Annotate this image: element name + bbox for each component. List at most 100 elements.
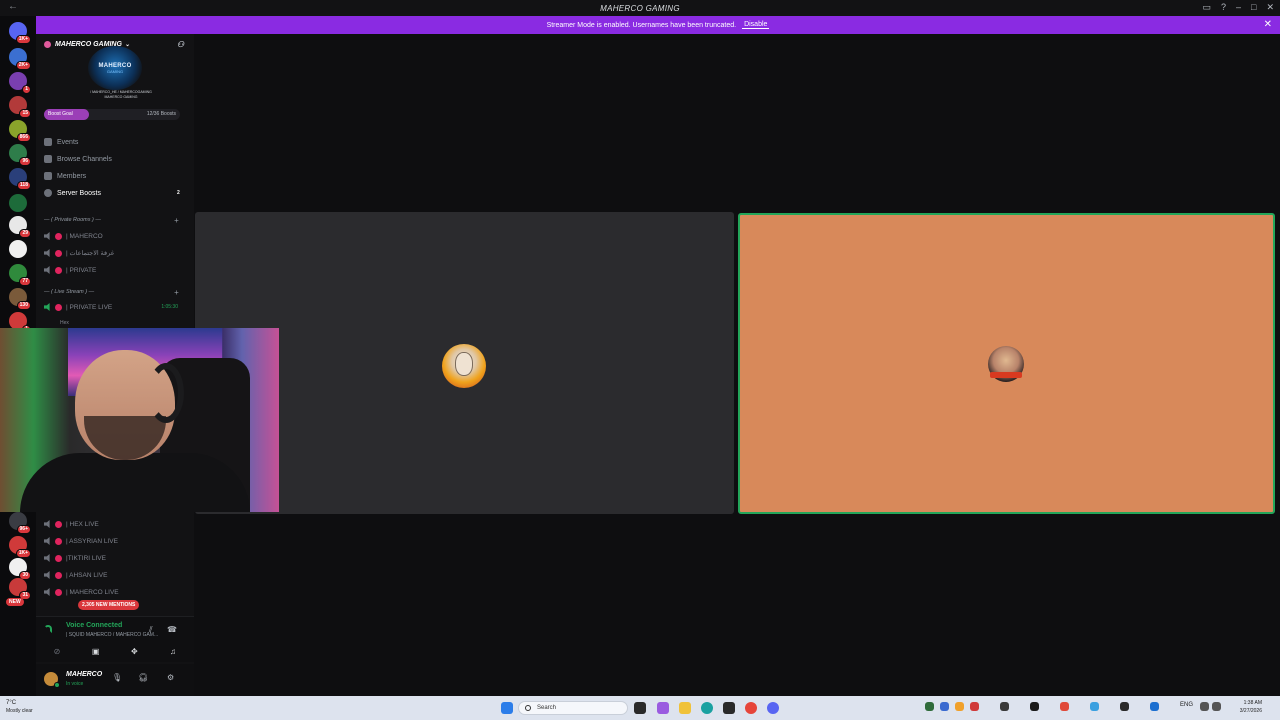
new-mentions-pill[interactable]: 2,305 NEW MENTIONS <box>78 600 140 610</box>
app-icon[interactable] <box>723 702 735 714</box>
server-icon[interactable]: 2K+ <box>9 48 31 70</box>
voice-channel[interactable]: | HEX LIVE <box>44 517 184 531</box>
close-banner-icon[interactable]: ✕ <box>1264 19 1272 30</box>
voice-channel[interactable]: | غرفة الاجتماعات <box>44 246 184 260</box>
maximize-icon[interactable]: □ <box>1251 2 1256 13</box>
voice-channel[interactable]: |TIKTIRI LIVE <box>44 551 184 565</box>
new-servers-badge[interactable]: NEW <box>6 598 24 606</box>
username[interactable]: MAHERCO <box>66 671 102 678</box>
window-controls: ▭ ? – □ ✕ <box>1202 2 1274 13</box>
nav-browse-channels[interactable]: Browse Channels <box>44 152 112 166</box>
disconnect-icon[interactable]: ☎ <box>167 625 177 634</box>
server-icon[interactable]: 30 <box>9 558 31 580</box>
voice-channel[interactable]: | MAHERCO <box>44 229 184 243</box>
input-language[interactable]: ENG <box>1180 702 1193 708</box>
browse-icon <box>44 155 52 163</box>
file-explorer-icon[interactable] <box>679 702 691 714</box>
tray-icon[interactable] <box>1120 702 1129 711</box>
voice-channel[interactable]: | ASSYRIAN LIVE <box>44 534 184 548</box>
disable-streamer-mode-button[interactable]: Disable <box>742 21 770 29</box>
server-icon[interactable]: 77 <box>9 264 31 286</box>
task-view-icon[interactable] <box>634 702 646 714</box>
taskbar-clock[interactable]: 1:38 AM 3/27/2026 <box>1226 699 1262 715</box>
activities-icon[interactable]: ✥ <box>121 644 147 658</box>
server-icon[interactable]: 130 <box>9 288 31 310</box>
streamer-mode-banner: Streamer Mode is enabled. Usernames have… <box>36 16 1280 34</box>
server-icon[interactable] <box>9 240 27 258</box>
tray-icon[interactable] <box>1090 702 1099 711</box>
copilot-icon[interactable] <box>657 702 669 714</box>
settings-gear-icon[interactable]: ⚙ <box>167 673 174 682</box>
category-live-stream[interactable]: — ( Live Stream ) — + <box>44 288 179 299</box>
taskbar-search[interactable]: Search <box>518 701 628 715</box>
nav-events[interactable]: Events <box>44 135 78 149</box>
help-icon[interactable]: ? <box>1221 2 1226 13</box>
server-icon[interactable]: 1K+ <box>9 536 31 558</box>
tray-icon[interactable] <box>1150 702 1159 711</box>
channel-timer: 1:05:30 <box>161 304 178 310</box>
voice-channel-active[interactable]: | PRIVATE LIVE 1:05:30 <box>44 300 184 314</box>
chrome-icon[interactable] <box>745 702 757 714</box>
server-icon[interactable]: 15 <box>9 96 31 118</box>
voice-actions: ⊘ ▣ ✥ ♫ <box>44 644 186 658</box>
noise-suppression-icon[interactable]: ⫽ <box>149 625 153 635</box>
voice-channel-path[interactable]: | SQUID MAHERCO / MAHERCO GAM... <box>66 632 176 638</box>
add-channel-icon[interactable]: + <box>174 216 179 225</box>
add-channel-icon[interactable]: + <box>174 288 179 297</box>
speaker-icon <box>44 266 50 274</box>
boost-goal-bar[interactable]: Boost Goal 12/36 Boosts <box>44 109 180 120</box>
server-icon[interactable]: 29 <box>9 216 31 238</box>
tray-icon[interactable] <box>940 702 949 711</box>
category-private-rooms[interactable]: — ( Private Rooms ) — + <box>44 216 179 227</box>
tray-icon[interactable] <box>970 702 979 711</box>
voice-channel[interactable]: | AHSAN LIVE <box>44 568 184 582</box>
voice-status[interactable]: Voice Connected <box>66 622 122 629</box>
close-window-icon[interactable]: ✕ <box>1266 2 1274 13</box>
headphones-icon[interactable]: 🎧︎ <box>138 673 148 682</box>
speaker-icon <box>44 537 50 545</box>
server-icon[interactable]: 96 <box>9 144 31 166</box>
camera-off-icon[interactable]: ⊘ <box>44 644 70 658</box>
server-icon[interactable]: 1 <box>9 72 31 94</box>
server-icon[interactable]: 96+ <box>9 512 31 534</box>
tray-icon[interactable] <box>1030 702 1039 711</box>
voice-member[interactable]: Hex <box>60 320 69 326</box>
home-server-icon[interactable]: 1K+ <box>9 22 31 44</box>
badge: 130 <box>16 301 31 310</box>
server-icon[interactable] <box>9 194 27 212</box>
tray-icon[interactable] <box>955 702 964 711</box>
signal-icon[interactable] <box>44 625 52 633</box>
webcam-overlay <box>0 328 279 512</box>
minimize-icon[interactable]: – <box>1236 2 1241 13</box>
microphone-icon[interactable]: 🎙︎ <box>112 673 122 682</box>
add-member-icon[interactable]: ⚇ <box>177 40 184 49</box>
speaker-icon <box>44 520 50 528</box>
start-icon[interactable] <box>501 702 513 714</box>
tray-icon[interactable] <box>925 702 934 711</box>
screen-share-icon[interactable]: ▣ <box>83 644 109 658</box>
server-icon[interactable]: 118 <box>9 168 31 190</box>
channel-name: | MAHERCO LIVE <box>66 588 119 596</box>
badge: 15 <box>19 109 31 118</box>
server-icon[interactable]: 31 <box>9 578 31 600</box>
edge-icon[interactable] <box>701 702 713 714</box>
speaker-icon <box>44 232 50 240</box>
soundboard-icon[interactable]: ♫ <box>160 644 186 658</box>
wifi-icon[interactable] <box>1200 702 1209 711</box>
discord-icon[interactable] <box>767 702 779 714</box>
badge: 1K+ <box>15 549 31 558</box>
inbox-icon[interactable]: ▭ <box>1202 2 1211 13</box>
user-status: In voice <box>66 681 84 687</box>
nav-label: Browse Channels <box>57 155 112 163</box>
nav-members[interactable]: Members <box>44 169 86 183</box>
avatar[interactable] <box>44 672 60 688</box>
tray-icon[interactable] <box>1060 702 1069 711</box>
tray-icon[interactable] <box>1000 702 1009 711</box>
voice-channel[interactable]: | PRIVATE <box>44 263 184 277</box>
boost-goal-label: Boost Goal <box>48 111 73 117</box>
server-icon[interactable]: 866 <box>9 120 31 142</box>
volume-icon[interactable] <box>1212 702 1221 711</box>
voice-channel[interactable]: | MAHERCO LIVE <box>44 585 184 599</box>
nav-server-boosts[interactable]: Server Boosts 2 <box>44 186 184 200</box>
weather-widget[interactable]: 7°C Mostly clear <box>6 699 33 715</box>
